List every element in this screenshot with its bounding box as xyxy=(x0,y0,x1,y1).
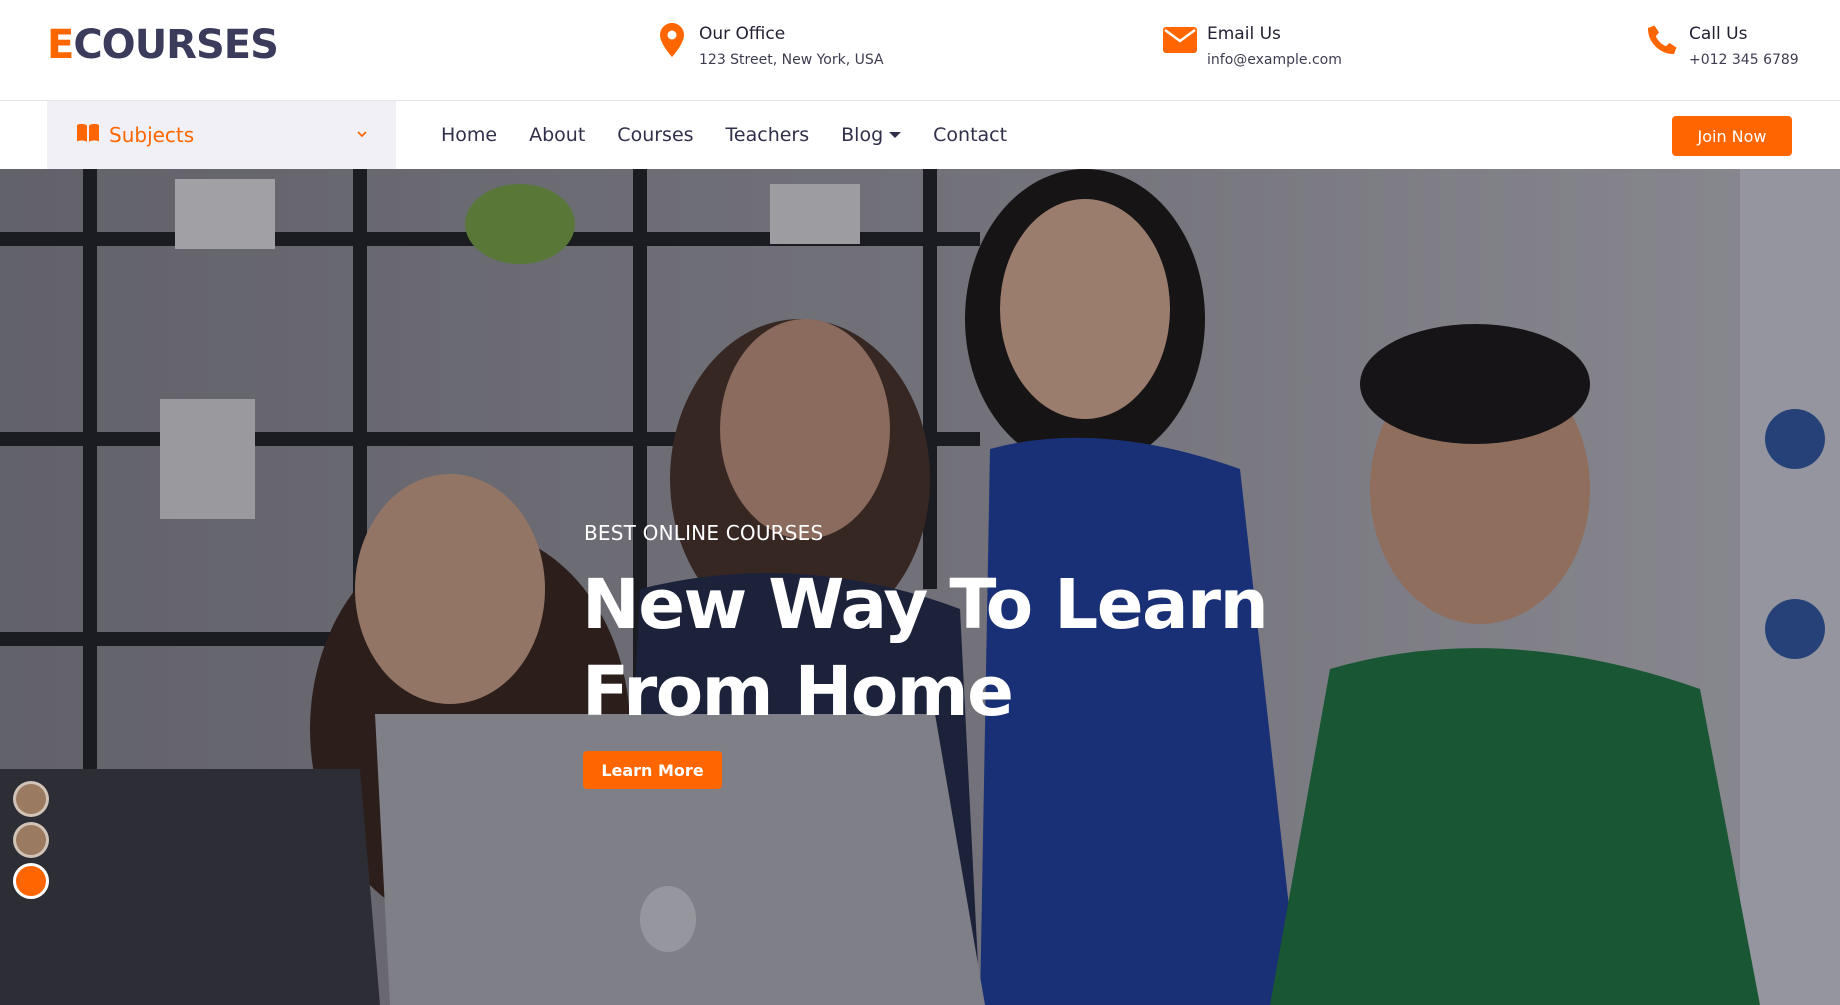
office-address: 123 Street, New York, USA xyxy=(699,52,884,68)
phone-icon xyxy=(1645,22,1679,58)
logo-text: COURSES xyxy=(73,22,279,68)
book-icon xyxy=(76,123,100,147)
contact-call: Call Us +012 345 6789 xyxy=(1645,22,1799,72)
nav-about[interactable]: About xyxy=(529,124,585,146)
join-now-button[interactable]: Join Now xyxy=(1672,116,1792,156)
hero-kicker: BEST ONLINE COURSES xyxy=(584,521,824,545)
nav-teachers[interactable]: Teachers xyxy=(726,124,810,146)
nav-contact[interactable]: Contact xyxy=(933,124,1007,146)
call-label: Call Us xyxy=(1689,24,1748,44)
subjects-label: Subjects xyxy=(109,123,195,147)
map-marker-icon xyxy=(655,22,689,58)
learn-more-button[interactable]: Learn More xyxy=(583,751,722,789)
envelope-icon xyxy=(1163,22,1197,58)
office-label: Our Office xyxy=(699,24,786,44)
nav-home[interactable]: Home xyxy=(441,124,497,146)
top-header: ECOURSES Our Office 123 Street, New York… xyxy=(0,0,1840,101)
email-label: Email Us xyxy=(1207,24,1281,44)
logo-letter: E xyxy=(47,22,74,68)
nav-blog-label: Blog xyxy=(841,124,884,146)
hero-carousel: BEST ONLINE COURSES New Way To Learn Fro… xyxy=(0,169,1840,1005)
carousel-dot-1[interactable] xyxy=(13,781,49,817)
caret-down-icon xyxy=(889,132,902,138)
site-logo[interactable]: ECOURSES xyxy=(47,22,279,68)
email-address[interactable]: info@example.com xyxy=(1207,48,1342,72)
nav-blog[interactable]: Blog xyxy=(841,124,902,146)
subjects-dropdown[interactable]: Subjects xyxy=(47,101,396,169)
hero-headline: New Way To Learn From Home xyxy=(582,565,1269,732)
nav-courses[interactable]: Courses xyxy=(617,124,693,146)
phone-number[interactable]: +012 345 6789 xyxy=(1689,48,1799,72)
chevron-down-icon xyxy=(356,125,368,144)
nav-menu: Home About Courses Teachers Blog Contact xyxy=(441,101,1039,169)
carousel-dot-2[interactable] xyxy=(13,822,49,858)
contact-office: Our Office 123 Street, New York, USA xyxy=(655,22,884,72)
contact-email: Email Us info@example.com xyxy=(1163,22,1342,72)
carousel-dot-3[interactable] xyxy=(13,863,49,899)
main-navbar: Subjects Home About Courses Teachers Blo… xyxy=(0,101,1840,169)
